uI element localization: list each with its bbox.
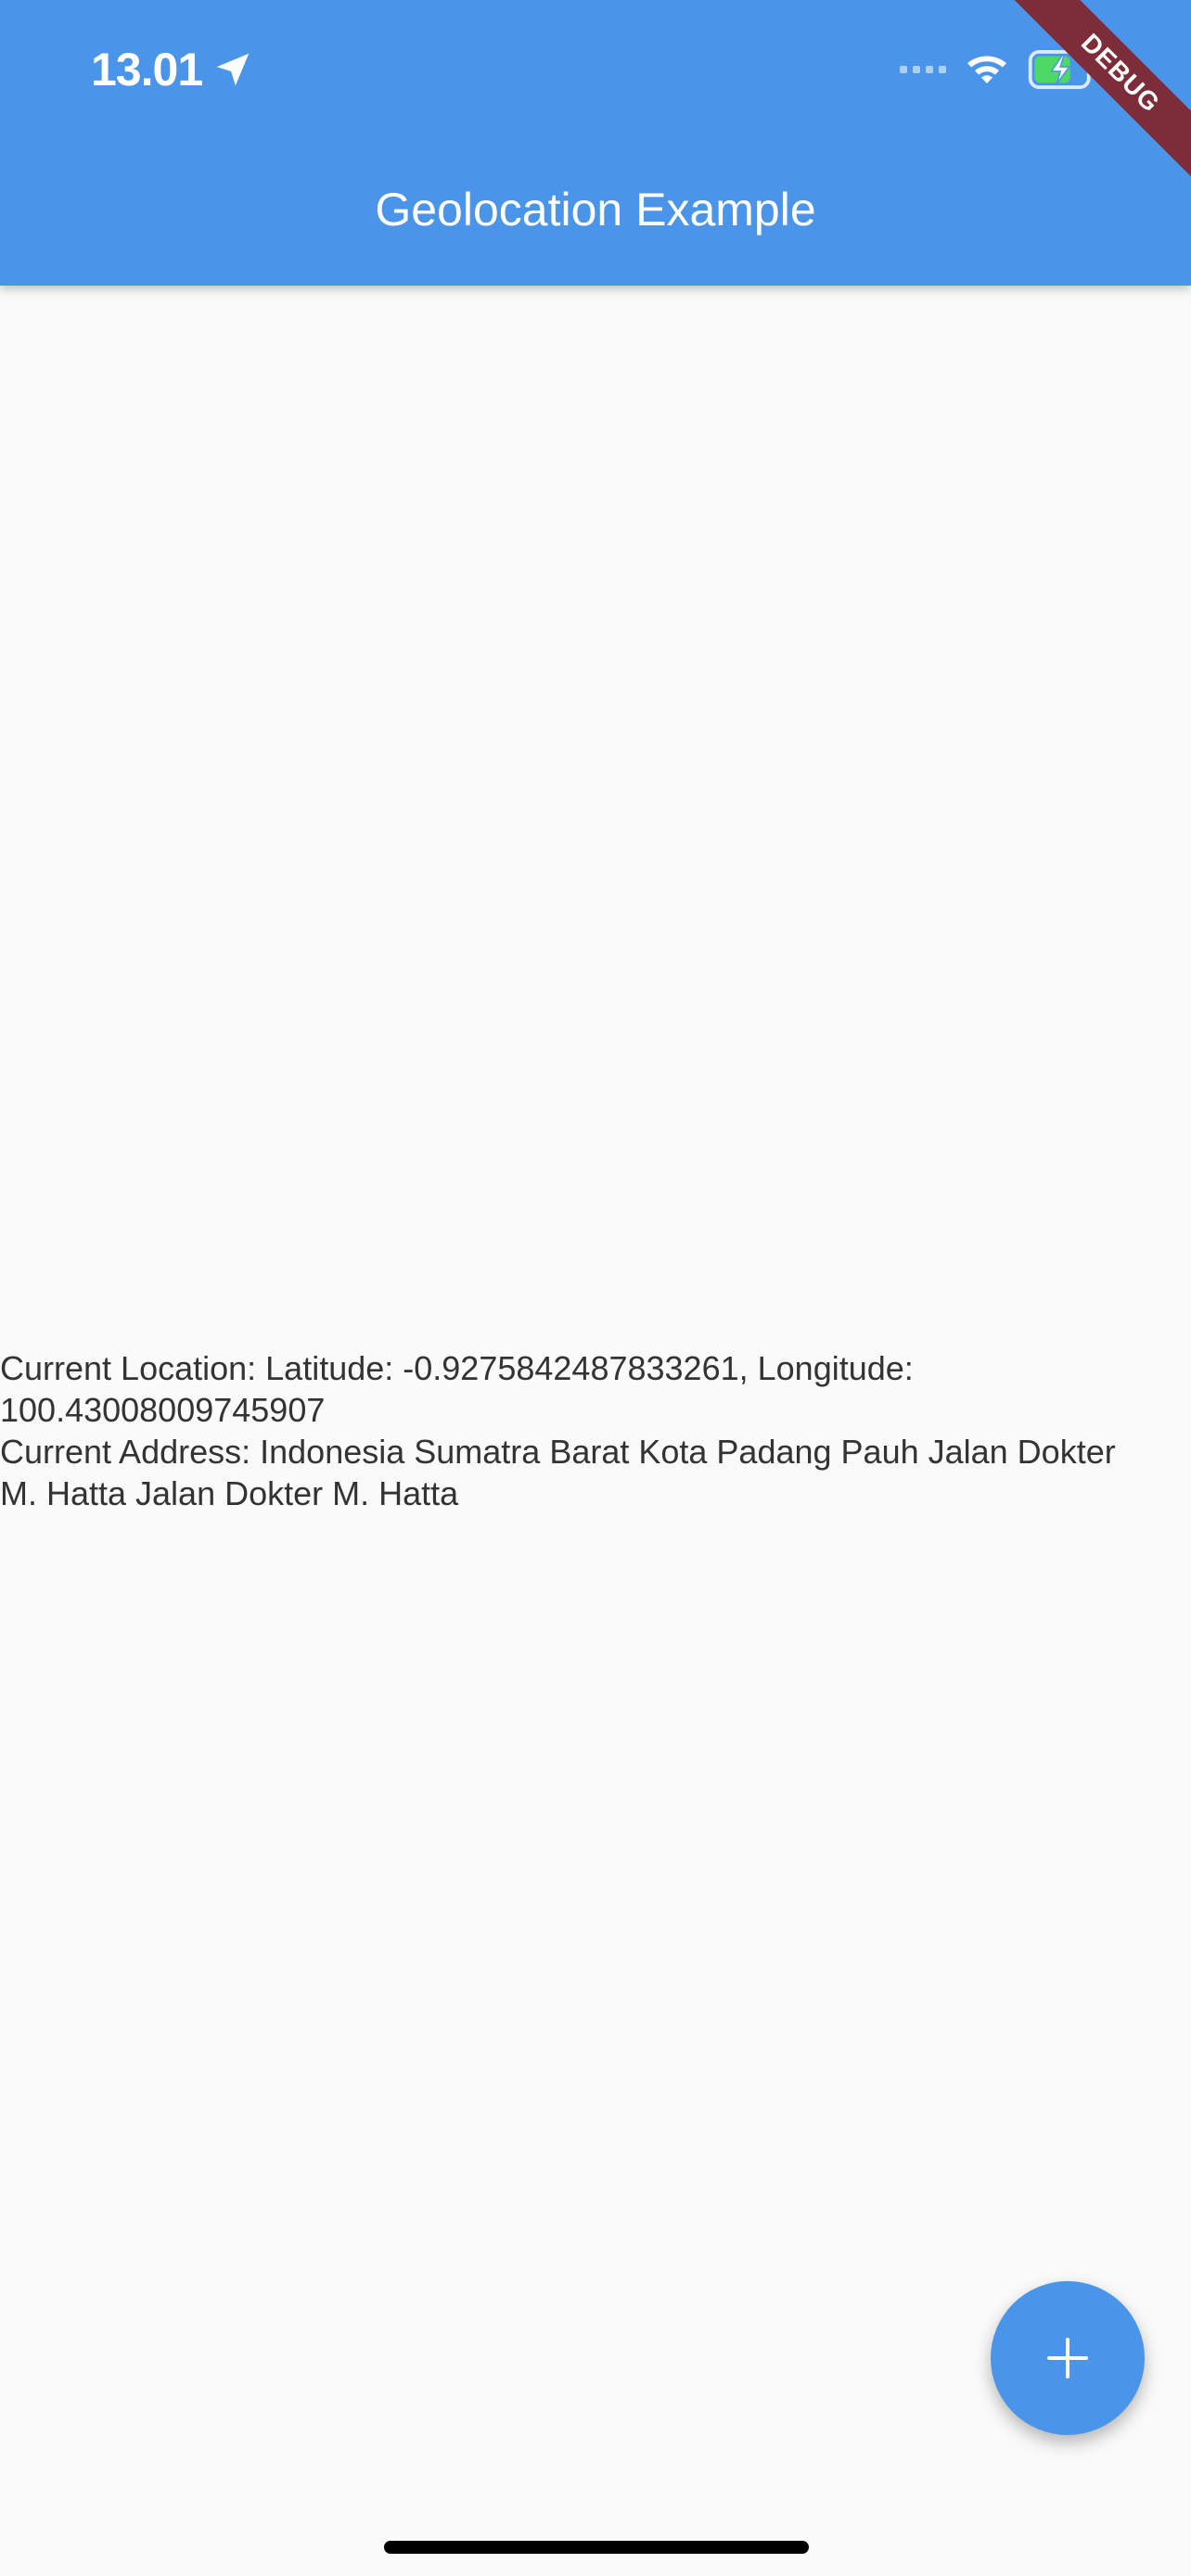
- location-arrow-icon: [216, 53, 250, 86]
- add-fab-button[interactable]: [991, 2281, 1145, 2435]
- current-location-text: Current Location: Latitude: -0.927584248…: [0, 1349, 914, 1429]
- current-address-text: Current Address: Indonesia Sumatra Barat…: [0, 1433, 1116, 1512]
- wifi-icon: [967, 56, 1006, 83]
- status-time-group: 13.01: [91, 37, 254, 102]
- status-bar: 13.01: [0, 0, 1191, 139]
- signal-dots-icon: [900, 66, 946, 73]
- plus-icon: [1047, 2338, 1088, 2378]
- home-indicator[interactable]: [384, 2541, 809, 2554]
- app-bar-title: Geolocation Example: [375, 184, 816, 236]
- location-info: Current Location: Latitude: -0.927584248…: [0, 1347, 1159, 1514]
- status-time: 13.01: [91, 44, 203, 96]
- app-bar: 13.01 Geolocation Example: [0, 0, 1191, 286]
